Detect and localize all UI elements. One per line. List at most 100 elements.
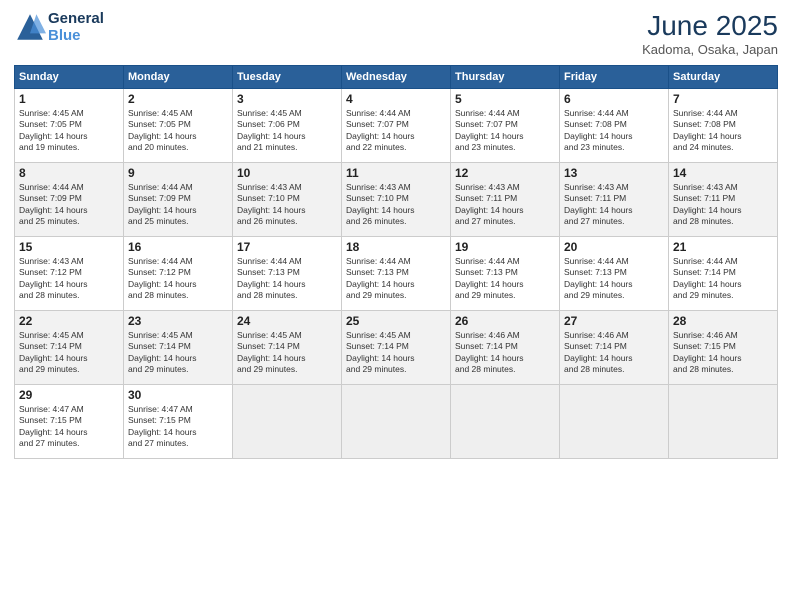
col-wednesday: Wednesday	[342, 66, 451, 89]
day-number: 1	[19, 92, 119, 106]
day-number: 8	[19, 166, 119, 180]
table-row: 23Sunrise: 4:45 AM Sunset: 7:14 PM Dayli…	[124, 311, 233, 385]
day-info: Sunrise: 4:44 AM Sunset: 7:08 PM Dayligh…	[673, 108, 773, 154]
calendar-row: 22Sunrise: 4:45 AM Sunset: 7:14 PM Dayli…	[15, 311, 778, 385]
day-number: 28	[673, 314, 773, 328]
calendar-table: Sunday Monday Tuesday Wednesday Thursday…	[14, 65, 778, 459]
day-info: Sunrise: 4:45 AM Sunset: 7:14 PM Dayligh…	[19, 330, 119, 376]
day-info: Sunrise: 4:43 AM Sunset: 7:10 PM Dayligh…	[346, 182, 446, 228]
table-row	[342, 385, 451, 459]
day-number: 7	[673, 92, 773, 106]
calendar-row: 8 Sunrise: 4:44 AM Sunset: 7:09 PM Daylig…	[15, 163, 778, 237]
day-info: Sunrise: 4:46 AM Sunset: 7:15 PM Dayligh…	[673, 330, 773, 376]
table-row: 25 Sunrise: 4:45 AM Sunset: 7:14 PM Dayli…	[342, 311, 451, 385]
table-row: 8 Sunrise: 4:44 AM Sunset: 7:09 PM Daylig…	[15, 163, 124, 237]
calendar-row: 29 Sunrise: 4:47 AM Sunset: 7:15 PM Dayli…	[15, 385, 778, 459]
calendar-row: 15 Sunrise: 4:43 AM Sunset: 7:12 PM Dayli…	[15, 237, 778, 311]
table-row: 14Sunrise: 4:43 AM Sunset: 7:11 PM Dayli…	[669, 163, 778, 237]
day-info: Sunrise: 4:45 AM Sunset: 7:05 PM Dayligh…	[128, 108, 228, 154]
table-row: 17Sunrise: 4:44 AM Sunset: 7:13 PM Dayli…	[233, 237, 342, 311]
col-saturday: Saturday	[669, 66, 778, 89]
day-info: Sunrise: 4:44 AM Sunset: 7:12 PM Dayligh…	[128, 256, 228, 302]
day-info: Sunrise: 4:45 AM Sunset: 7:05 PM Dayligh…	[19, 108, 119, 154]
table-row: 13Sunrise: 4:43 AM Sunset: 7:11 PM Dayli…	[560, 163, 669, 237]
day-info: Sunrise: 4:45 AM Sunset: 7:14 PM Dayligh…	[237, 330, 337, 376]
table-row: 19 Sunrise: 4:44 AM Sunset: 7:13 PM Dayli…	[451, 237, 560, 311]
day-info: Sunrise: 4:44 AM Sunset: 7:13 PM Dayligh…	[455, 256, 555, 302]
day-info: Sunrise: 4:44 AM Sunset: 7:09 PM Dayligh…	[19, 182, 119, 228]
table-row	[451, 385, 560, 459]
day-number: 19	[455, 240, 555, 254]
calendar-row: 1 Sunrise: 4:45 AM Sunset: 7:05 PM Daylig…	[15, 89, 778, 163]
table-row: 29 Sunrise: 4:47 AM Sunset: 7:15 PM Dayli…	[15, 385, 124, 459]
table-row: 21 Sunrise: 4:44 AM Sunset: 7:14 PM Dayli…	[669, 237, 778, 311]
table-row: 12 Sunrise: 4:43 AM Sunset: 7:11 PM Dayli…	[451, 163, 560, 237]
table-row: 1 Sunrise: 4:45 AM Sunset: 7:05 PM Daylig…	[15, 89, 124, 163]
month-title: June 2025	[642, 10, 778, 42]
table-row	[669, 385, 778, 459]
logo-icon	[14, 11, 46, 43]
day-info: Sunrise: 4:44 AM Sunset: 7:09 PM Dayligh…	[128, 182, 228, 228]
day-info: Sunrise: 4:46 AM Sunset: 7:14 PM Dayligh…	[455, 330, 555, 376]
table-row: 2 Sunrise: 4:45 AM Sunset: 7:05 PM Daylig…	[124, 89, 233, 163]
day-info: Sunrise: 4:45 AM Sunset: 7:06 PM Dayligh…	[237, 108, 337, 154]
table-row: 16 Sunrise: 4:44 AM Sunset: 7:12 PM Dayli…	[124, 237, 233, 311]
table-row: 10Sunrise: 4:43 AM Sunset: 7:10 PM Dayli…	[233, 163, 342, 237]
day-info: Sunrise: 4:43 AM Sunset: 7:11 PM Dayligh…	[673, 182, 773, 228]
day-info: Sunrise: 4:44 AM Sunset: 7:13 PM Dayligh…	[346, 256, 446, 302]
title-block: June 2025 Kadoma, Osaka, Japan	[642, 10, 778, 57]
table-row: 3 Sunrise: 4:45 AM Sunset: 7:06 PM Daylig…	[233, 89, 342, 163]
day-number: 13	[564, 166, 664, 180]
table-row: 20Sunrise: 4:44 AM Sunset: 7:13 PM Dayli…	[560, 237, 669, 311]
logo: General Blue	[14, 10, 104, 44]
day-info: Sunrise: 4:44 AM Sunset: 7:08 PM Dayligh…	[564, 108, 664, 154]
table-row: 22Sunrise: 4:45 AM Sunset: 7:14 PM Dayli…	[15, 311, 124, 385]
location-subtitle: Kadoma, Osaka, Japan	[642, 42, 778, 57]
table-row: 15 Sunrise: 4:43 AM Sunset: 7:12 PM Dayli…	[15, 237, 124, 311]
table-row	[233, 385, 342, 459]
day-info: Sunrise: 4:44 AM Sunset: 7:07 PM Dayligh…	[346, 108, 446, 154]
day-number: 30	[128, 388, 228, 402]
day-info: Sunrise: 4:44 AM Sunset: 7:14 PM Dayligh…	[673, 256, 773, 302]
day-number: 24	[237, 314, 337, 328]
col-monday: Monday	[124, 66, 233, 89]
day-number: 23	[128, 314, 228, 328]
table-row: 26 Sunrise: 4:46 AM Sunset: 7:14 PM Dayli…	[451, 311, 560, 385]
day-number: 26	[455, 314, 555, 328]
day-number: 27	[564, 314, 664, 328]
table-row: 7 Sunrise: 4:44 AM Sunset: 7:08 PM Daylig…	[669, 89, 778, 163]
day-info: Sunrise: 4:47 AM Sunset: 7:15 PM Dayligh…	[19, 404, 119, 450]
day-info: Sunrise: 4:44 AM Sunset: 7:07 PM Dayligh…	[455, 108, 555, 154]
day-number: 29	[19, 388, 119, 402]
day-number: 9	[128, 166, 228, 180]
day-number: 15	[19, 240, 119, 254]
day-info: Sunrise: 4:47 AM Sunset: 7:15 PM Dayligh…	[128, 404, 228, 450]
day-number: 17	[237, 240, 337, 254]
page: General Blue June 2025 Kadoma, Osaka, Ja…	[0, 0, 792, 612]
day-number: 12	[455, 166, 555, 180]
day-number: 3	[237, 92, 337, 106]
day-number: 18	[346, 240, 446, 254]
day-number: 16	[128, 240, 228, 254]
day-number: 21	[673, 240, 773, 254]
col-thursday: Thursday	[451, 66, 560, 89]
table-row: 30 Sunrise: 4:47 AM Sunset: 7:15 PM Dayli…	[124, 385, 233, 459]
table-row: 18 Sunrise: 4:44 AM Sunset: 7:13 PM Dayli…	[342, 237, 451, 311]
day-info: Sunrise: 4:44 AM Sunset: 7:13 PM Dayligh…	[564, 256, 664, 302]
day-info: Sunrise: 4:43 AM Sunset: 7:12 PM Dayligh…	[19, 256, 119, 302]
table-row: 4 Sunrise: 4:44 AM Sunset: 7:07 PM Daylig…	[342, 89, 451, 163]
day-number: 4	[346, 92, 446, 106]
day-number: 25	[346, 314, 446, 328]
col-tuesday: Tuesday	[233, 66, 342, 89]
day-info: Sunrise: 4:46 AM Sunset: 7:14 PM Dayligh…	[564, 330, 664, 376]
table-row: 11Sunrise: 4:43 AM Sunset: 7:10 PM Dayli…	[342, 163, 451, 237]
day-info: Sunrise: 4:45 AM Sunset: 7:14 PM Dayligh…	[346, 330, 446, 376]
header-row: Sunday Monday Tuesday Wednesday Thursday…	[15, 66, 778, 89]
table-row: 28 Sunrise: 4:46 AM Sunset: 7:15 PM Dayli…	[669, 311, 778, 385]
table-row: 6Sunrise: 4:44 AM Sunset: 7:08 PM Daylig…	[560, 89, 669, 163]
day-info: Sunrise: 4:43 AM Sunset: 7:11 PM Dayligh…	[455, 182, 555, 228]
day-info: Sunrise: 4:43 AM Sunset: 7:10 PM Dayligh…	[237, 182, 337, 228]
table-row	[560, 385, 669, 459]
day-number: 2	[128, 92, 228, 106]
table-row: 9 Sunrise: 4:44 AM Sunset: 7:09 PM Daylig…	[124, 163, 233, 237]
